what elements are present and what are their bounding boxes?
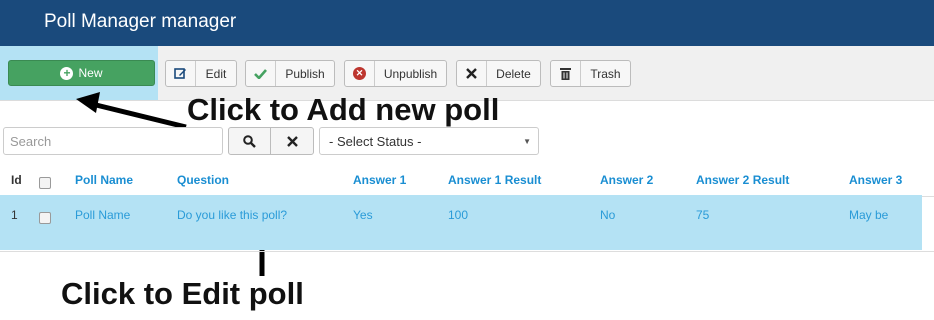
row-answer-3[interactable]: May be xyxy=(849,208,888,222)
status-select-value: - Select Status - xyxy=(329,133,422,149)
add-poll-arrow xyxy=(76,92,187,130)
row-checkbox[interactable] xyxy=(39,212,51,224)
close-icon xyxy=(286,135,298,147)
column-header-answer-1-result[interactable]: Answer 1 Result xyxy=(448,173,541,187)
select-all-checkbox[interactable] xyxy=(39,177,51,189)
row-id: 1 xyxy=(11,208,18,222)
column-header-answer-3[interactable]: Answer 3 xyxy=(849,173,902,187)
annotation-arrows xyxy=(76,92,272,276)
row-question-link[interactable]: Do you like this poll? xyxy=(177,208,287,222)
row-answer-1[interactable]: Yes xyxy=(353,208,373,222)
column-header-answer-2-result[interactable]: Answer 2 Result xyxy=(696,173,789,187)
search-input[interactable] xyxy=(3,127,223,155)
table-row-divider xyxy=(0,251,934,252)
add-poll-annotation: Click to Add new poll xyxy=(187,92,500,127)
row-answer-2[interactable]: No xyxy=(600,208,615,222)
row-answer-1-result[interactable]: 100 xyxy=(448,208,468,222)
search-button[interactable] xyxy=(228,127,271,155)
page: Poll Manager manager + New Edit Publish … xyxy=(0,0,934,320)
column-header-id[interactable]: Id xyxy=(11,173,22,187)
table-row[interactable] xyxy=(0,195,922,250)
status-select[interactable]: - Select Status - ▼ xyxy=(319,127,539,155)
column-header-answer-1[interactable]: Answer 1 xyxy=(353,173,406,187)
column-header-answer-2[interactable]: Answer 2 xyxy=(600,173,653,187)
column-header-question[interactable]: Question xyxy=(177,173,229,187)
search-icon xyxy=(243,134,256,148)
row-answer-2-result[interactable]: 75 xyxy=(696,208,709,222)
edit-poll-annotation: Click to Edit poll xyxy=(61,276,304,311)
clear-search-button[interactable] xyxy=(270,127,314,155)
row-poll-name-link[interactable]: Poll Name xyxy=(75,208,130,222)
column-header-poll-name[interactable]: Poll Name xyxy=(75,173,133,187)
chevron-down-icon: ▼ xyxy=(523,137,531,146)
